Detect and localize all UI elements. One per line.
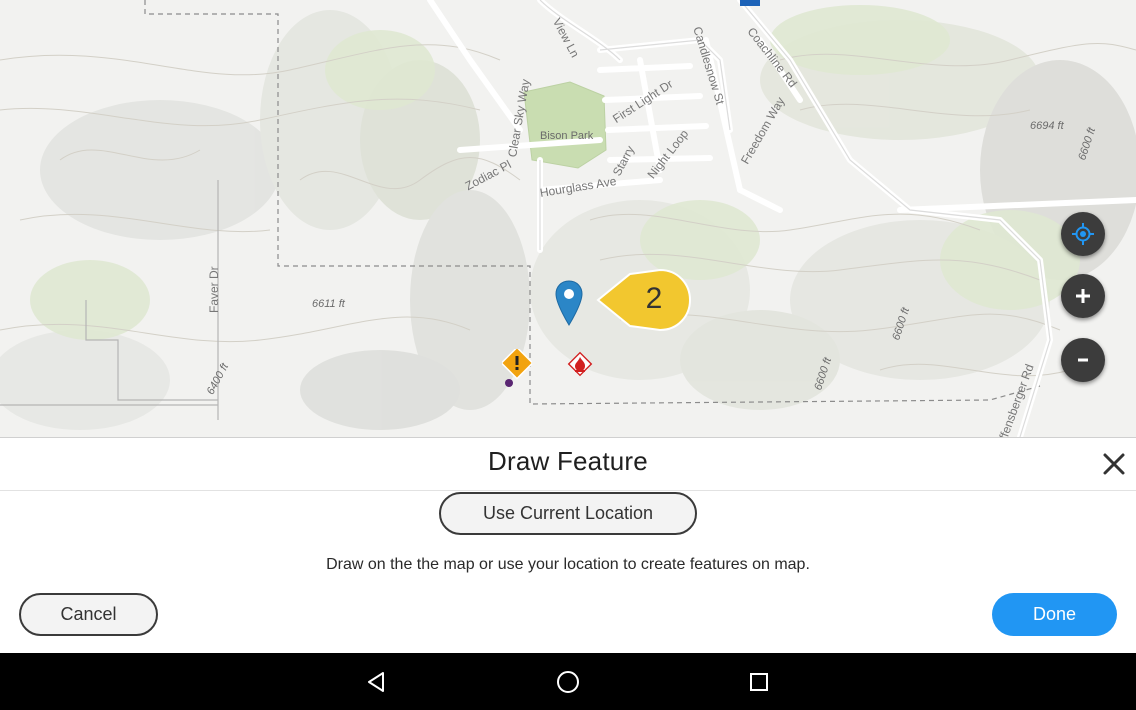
zoom-out-button[interactable] xyxy=(1061,338,1105,382)
close-icon xyxy=(1103,453,1125,475)
panel-divider xyxy=(0,490,1136,491)
back-triangle-icon xyxy=(368,672,384,692)
map-view[interactable]: View Ln Clear Sky Way First Light Dr Zodiac… xyxy=(0,0,1136,437)
map-pin-icon[interactable] xyxy=(555,280,583,326)
warning-icon[interactable] xyxy=(500,346,534,389)
recents-square-icon xyxy=(750,673,768,691)
elevation-label: 6611 ft xyxy=(312,298,345,310)
step-callout: 2 xyxy=(596,268,694,332)
recents-button[interactable] xyxy=(742,665,776,699)
done-button[interactable]: Done xyxy=(992,593,1117,636)
draw-feature-panel: Draw Feature Use Current Location Draw o… xyxy=(0,437,1136,653)
crosshair-icon xyxy=(1072,223,1094,245)
minus-icon xyxy=(1078,358,1088,362)
plus-icon xyxy=(1076,289,1090,303)
close-button[interactable] xyxy=(1100,450,1128,478)
cancel-button[interactable]: Cancel xyxy=(19,593,158,636)
panel-title: Draw Feature xyxy=(488,446,648,476)
street-label: Faver Dr xyxy=(207,266,221,313)
use-current-location-button[interactable]: Use Current Location xyxy=(439,492,697,535)
elevation-label: 6694 ft xyxy=(1030,120,1064,132)
callout-number: 2 xyxy=(645,282,663,315)
zoom-in-button[interactable] xyxy=(1061,274,1105,318)
system-navigation-bar xyxy=(0,653,1136,710)
instructions-text: Draw on the the map or use your location… xyxy=(326,556,810,573)
home-circle-icon xyxy=(557,671,579,693)
back-button[interactable] xyxy=(359,665,393,699)
home-button[interactable] xyxy=(551,665,585,699)
locate-button[interactable] xyxy=(1061,212,1105,256)
park-label: Bison Park xyxy=(540,130,594,142)
fire-icon[interactable] xyxy=(566,350,594,378)
